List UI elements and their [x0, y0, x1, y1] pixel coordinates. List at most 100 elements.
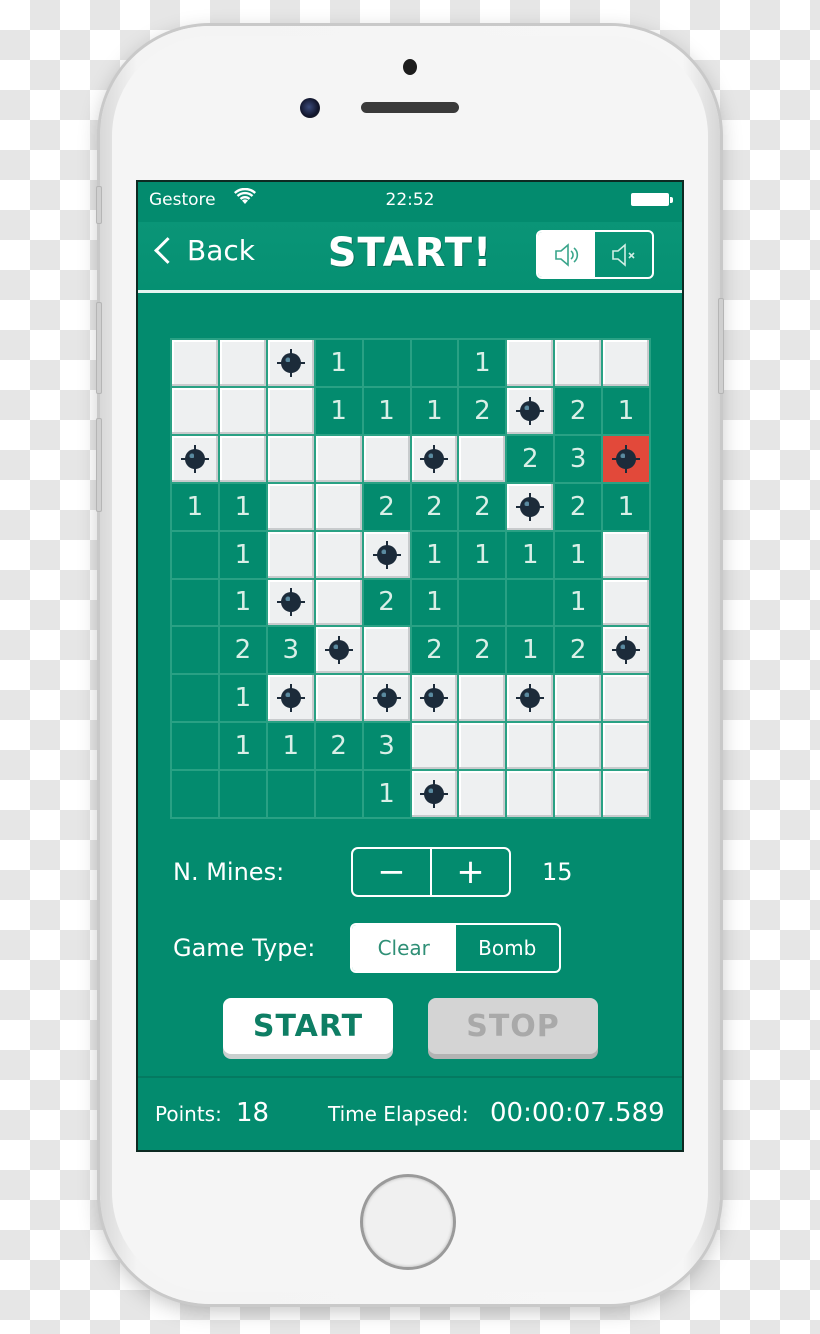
open-cell[interactable] [411, 340, 458, 386]
mine-cell[interactable] [507, 483, 554, 530]
open-cell[interactable] [315, 771, 362, 817]
covered-cell[interactable] [363, 435, 410, 482]
covered-cell[interactable] [459, 435, 506, 482]
open-cell[interactable]: 2 [411, 627, 458, 674]
mine-cell[interactable] [363, 531, 410, 578]
covered-cell[interactable] [219, 435, 266, 482]
covered-cell[interactable] [603, 340, 649, 386]
open-cell[interactable]: 1 [603, 387, 649, 434]
mine-cell[interactable] [267, 675, 314, 722]
open-cell[interactable]: 2 [219, 627, 266, 674]
exploded-mine-cell[interactable] [603, 435, 649, 482]
covered-cell[interactable] [555, 723, 602, 770]
open-cell[interactable]: 1 [219, 531, 266, 578]
open-cell[interactable]: 1 [459, 531, 506, 578]
open-cell[interactable]: 1 [219, 675, 266, 722]
covered-cell[interactable] [172, 340, 218, 386]
open-cell[interactable]: 3 [363, 723, 410, 770]
covered-cell[interactable] [603, 723, 649, 770]
stop-button[interactable]: STOP [428, 998, 598, 1054]
covered-cell[interactable] [315, 531, 362, 578]
covered-cell[interactable] [507, 340, 554, 386]
covered-cell[interactable] [219, 340, 266, 386]
open-cell[interactable]: 2 [507, 435, 554, 482]
start-button[interactable]: START [223, 998, 393, 1054]
covered-cell[interactable] [603, 675, 649, 722]
mine-cell[interactable] [267, 579, 314, 626]
covered-cell[interactable] [267, 531, 314, 578]
covered-cell[interactable] [603, 531, 649, 578]
mine-cell[interactable] [507, 387, 554, 434]
open-cell[interactable]: 1 [603, 483, 649, 530]
covered-cell[interactable] [315, 483, 362, 530]
open-cell[interactable]: 2 [555, 483, 602, 530]
open-cell[interactable]: 1 [555, 531, 602, 578]
open-cell[interactable] [267, 771, 314, 817]
open-cell[interactable]: 1 [315, 387, 362, 434]
open-cell[interactable]: 2 [555, 387, 602, 434]
open-cell[interactable]: 1 [363, 771, 410, 817]
mine-cell[interactable] [507, 675, 554, 722]
covered-cell[interactable] [555, 675, 602, 722]
open-cell[interactable]: 2 [363, 579, 410, 626]
open-cell[interactable]: 1 [507, 627, 554, 674]
sound-on-button[interactable] [538, 232, 595, 277]
mine-cell[interactable] [267, 340, 314, 386]
game-type-bomb[interactable]: Bomb [456, 925, 560, 971]
open-cell[interactable]: 1 [411, 579, 458, 626]
open-cell[interactable]: 2 [459, 627, 506, 674]
covered-cell[interactable] [555, 340, 602, 386]
open-cell[interactable]: 2 [363, 483, 410, 530]
open-cell[interactable]: 1 [315, 340, 362, 386]
covered-cell[interactable] [267, 387, 314, 434]
open-cell[interactable]: 1 [172, 483, 218, 530]
covered-cell[interactable] [459, 675, 506, 722]
covered-cell[interactable] [315, 435, 362, 482]
covered-cell[interactable] [267, 435, 314, 482]
open-cell[interactable] [172, 627, 218, 674]
covered-cell[interactable] [555, 771, 602, 817]
open-cell[interactable] [507, 579, 554, 626]
open-cell[interactable]: 3 [555, 435, 602, 482]
open-cell[interactable] [219, 771, 266, 817]
covered-cell[interactable] [411, 723, 458, 770]
covered-cell[interactable] [267, 483, 314, 530]
open-cell[interactable]: 1 [411, 531, 458, 578]
decrease-mines-button[interactable]: − [353, 849, 430, 895]
open-cell[interactable]: 1 [411, 387, 458, 434]
open-cell[interactable] [172, 531, 218, 578]
open-cell[interactable]: 1 [219, 723, 266, 770]
open-cell[interactable]: 1 [219, 579, 266, 626]
covered-cell[interactable] [507, 771, 554, 817]
mine-cell[interactable] [315, 627, 362, 674]
covered-cell[interactable] [315, 675, 362, 722]
open-cell[interactable]: 1 [219, 483, 266, 530]
mine-cell[interactable] [363, 675, 410, 722]
mine-cell[interactable] [411, 675, 458, 722]
mine-cell[interactable] [172, 435, 218, 482]
covered-cell[interactable] [363, 627, 410, 674]
mine-cell[interactable] [603, 627, 649, 674]
open-cell[interactable]: 2 [459, 387, 506, 434]
covered-cell[interactable] [172, 387, 218, 434]
open-cell[interactable]: 2 [459, 483, 506, 530]
open-cell[interactable]: 1 [555, 579, 602, 626]
covered-cell[interactable] [603, 579, 649, 626]
open-cell[interactable] [172, 723, 218, 770]
open-cell[interactable]: 1 [363, 387, 410, 434]
increase-mines-button[interactable]: + [430, 849, 509, 895]
covered-cell[interactable] [219, 387, 266, 434]
covered-cell[interactable] [315, 579, 362, 626]
covered-cell[interactable] [507, 723, 554, 770]
open-cell[interactable]: 2 [411, 483, 458, 530]
open-cell[interactable] [172, 579, 218, 626]
open-cell[interactable]: 1 [459, 340, 506, 386]
open-cell[interactable] [459, 579, 506, 626]
home-button[interactable] [360, 1174, 456, 1270]
open-cell[interactable]: 2 [555, 627, 602, 674]
open-cell[interactable]: 2 [315, 723, 362, 770]
covered-cell[interactable] [459, 723, 506, 770]
open-cell[interactable]: 1 [507, 531, 554, 578]
open-cell[interactable] [172, 675, 218, 722]
sound-off-button[interactable] [595, 232, 652, 277]
